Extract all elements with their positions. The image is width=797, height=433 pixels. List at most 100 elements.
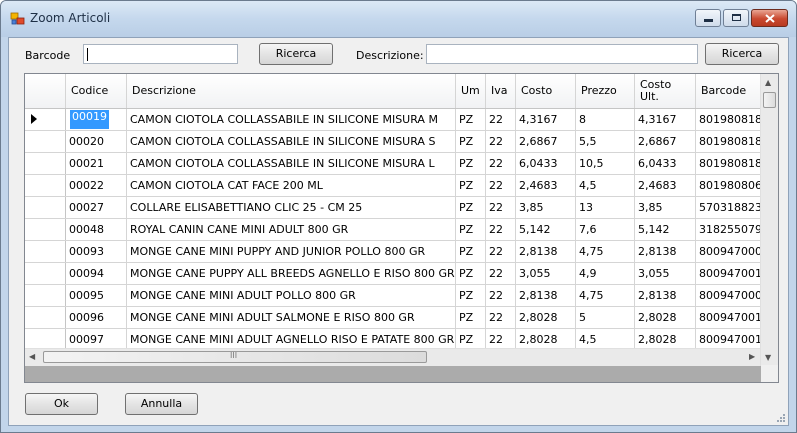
column-header-codice[interactable]: Codice: [66, 74, 127, 108]
cell-descrizione[interactable]: CAMON CIOTOLA COLLASSABILE IN SILICONE M…: [127, 109, 456, 130]
table-row[interactable]: 00048 ROYAL CANIN CANE MINI ADULT 800 GR P…: [25, 219, 761, 241]
cell-prezzo[interactable]: 4,9: [576, 263, 635, 284]
column-header-costo[interactable]: Costo: [516, 74, 576, 108]
cell-iva[interactable]: 22: [486, 307, 516, 328]
cell-um[interactable]: PZ: [456, 307, 486, 328]
column-header-descrizione[interactable]: Descrizione: [127, 74, 456, 108]
cell-prezzo[interactable]: 8: [576, 109, 635, 130]
cell-codice[interactable]: 00093: [66, 241, 127, 262]
cell-um[interactable]: PZ: [456, 285, 486, 306]
vertical-scroll-thumb[interactable]: [763, 92, 776, 108]
cell-iva[interactable]: 22: [486, 153, 516, 174]
cell-costo-ult[interactable]: 2,4683: [635, 175, 696, 196]
cell-codice[interactable]: 00020: [66, 131, 127, 152]
cell-prezzo[interactable]: 4,5: [576, 329, 635, 350]
cell-costo[interactable]: 5,142: [516, 219, 576, 240]
cell-codice[interactable]: 00048: [66, 219, 127, 240]
row-selector[interactable]: [25, 219, 66, 240]
table-row[interactable]: 00095 MONGE CANE MINI ADULT POLLO 800 GR P…: [25, 285, 761, 307]
cell-costo[interactable]: 2,8138: [516, 285, 576, 306]
cell-barcode[interactable]: 8019808069: [696, 175, 761, 196]
cell-barcode[interactable]: 8019808188: [696, 153, 761, 174]
cell-costo[interactable]: 2,8028: [516, 329, 576, 350]
ricerca-descrizione-button[interactable]: Ricerca: [705, 43, 779, 65]
cell-barcode[interactable]: 8009470011: [696, 307, 761, 328]
cell-costo-ult[interactable]: 2,8028: [635, 329, 696, 350]
cell-costo[interactable]: 2,6867: [516, 131, 576, 152]
cell-iva[interactable]: 22: [486, 241, 516, 262]
cell-costo[interactable]: 6,0433: [516, 153, 576, 174]
cell-barcode[interactable]: 3182550793: [696, 219, 761, 240]
cell-costo-ult[interactable]: 5,142: [635, 219, 696, 240]
minimize-button[interactable]: [695, 9, 721, 27]
cell-costo[interactable]: 2,8028: [516, 307, 576, 328]
cell-descrizione[interactable]: CAMON CIOTOLA CAT FACE 200 ML: [127, 175, 456, 196]
cell-barcode[interactable]: 5703188233: [696, 197, 761, 218]
cell-prezzo[interactable]: 5,5: [576, 131, 635, 152]
cell-prezzo[interactable]: 10,5: [576, 153, 635, 174]
articoli-grid[interactable]: Codice Descrizione Um Iva Costo Prezzo C…: [24, 73, 779, 383]
cell-costo-ult[interactable]: 3,85: [635, 197, 696, 218]
cell-iva[interactable]: 22: [486, 263, 516, 284]
cell-descrizione[interactable]: MONGE CANE MINI ADULT POLLO 800 GR: [127, 285, 456, 306]
cell-um[interactable]: PZ: [456, 263, 486, 284]
cell-iva[interactable]: 22: [486, 109, 516, 130]
cell-codice[interactable]: 00021: [66, 153, 127, 174]
row-selector[interactable]: [25, 307, 66, 328]
cell-iva[interactable]: 22: [486, 175, 516, 196]
ok-button[interactable]: Ok: [25, 393, 98, 415]
cell-prezzo[interactable]: 4,75: [576, 285, 635, 306]
cell-costo-ult[interactable]: 2,8138: [635, 241, 696, 262]
cell-um[interactable]: PZ: [456, 329, 486, 350]
row-selector[interactable]: [25, 197, 66, 218]
cell-codice[interactable]: 00096: [66, 307, 127, 328]
cell-descrizione[interactable]: MONGE CANE MINI ADULT SALMONE E RISO 800…: [127, 307, 456, 328]
cell-prezzo[interactable]: 4,75: [576, 241, 635, 262]
row-selector[interactable]: [25, 175, 66, 196]
table-row[interactable]: 00093 MONGE CANE MINI PUPPY AND JUNIOR PO…: [25, 241, 761, 263]
cell-costo-ult[interactable]: 2,8028: [635, 307, 696, 328]
cell-um[interactable]: PZ: [456, 197, 486, 218]
row-selector[interactable]: [25, 241, 66, 262]
cell-costo[interactable]: 2,8138: [516, 241, 576, 262]
scroll-left-icon[interactable]: ◀: [29, 352, 35, 362]
cell-barcode[interactable]: 8009470004: [696, 285, 761, 306]
maximize-button[interactable]: [723, 9, 749, 27]
table-row[interactable]: 00027 COLLARE ELISABETTIANO CLIC 25 - CM …: [25, 197, 761, 219]
cell-barcode[interactable]: 8009470011: [696, 263, 761, 284]
scroll-down-icon[interactable]: ▼: [765, 353, 771, 363]
close-button[interactable]: [751, 9, 788, 27]
scroll-right-icon[interactable]: ▶: [749, 352, 755, 362]
resize-grip-icon[interactable]: [776, 413, 786, 423]
row-selector[interactable]: [25, 329, 66, 350]
annulla-button[interactable]: Annulla: [125, 393, 198, 415]
cell-codice[interactable]: 00095: [66, 285, 127, 306]
cell-descrizione[interactable]: MONGE CANE MINI PUPPY AND JUNIOR POLLO 8…: [127, 241, 456, 262]
cell-descrizione[interactable]: CAMON CIOTOLA COLLASSABILE IN SILICONE M…: [127, 153, 456, 174]
table-row[interactable]: 00022 CAMON CIOTOLA CAT FACE 200 ML PZ 22 2,…: [25, 175, 761, 197]
row-selector[interactable]: [25, 285, 66, 306]
column-header-prezzo[interactable]: Prezzo: [576, 74, 635, 108]
column-header-iva[interactable]: Iva: [486, 74, 516, 108]
cell-codice[interactable]: 00019: [66, 109, 127, 130]
cell-barcode[interactable]: 8009470011: [696, 329, 761, 350]
cell-um[interactable]: PZ: [456, 131, 486, 152]
row-selector[interactable]: [25, 109, 66, 130]
title-bar[interactable]: Zoom Articoli: [1, 1, 796, 37]
cell-iva[interactable]: 22: [486, 329, 516, 350]
cell-costo[interactable]: 2,4683: [516, 175, 576, 196]
table-row[interactable]: 00021 CAMON CIOTOLA COLLASSABILE IN SILIC…: [25, 153, 761, 175]
column-header-um[interactable]: Um: [456, 74, 486, 108]
column-header-barcode[interactable]: Barcode: [696, 74, 761, 108]
cell-um[interactable]: PZ: [456, 241, 486, 262]
vertical-scrollbar[interactable]: ▲ ▼: [760, 74, 778, 366]
cell-codice[interactable]: 00022: [66, 175, 127, 196]
table-row[interactable]: 00019 CAMON CIOTOLA COLLASSABILE IN SILIC…: [25, 109, 761, 131]
ricerca-barcode-button[interactable]: Ricerca: [259, 43, 333, 65]
table-row[interactable]: 00094 MONGE CANE PUPPY ALL BREEDS AGNELLO…: [25, 263, 761, 285]
cell-iva[interactable]: 22: [486, 131, 516, 152]
cell-costo-ult[interactable]: 3,055: [635, 263, 696, 284]
cell-costo[interactable]: 4,3167: [516, 109, 576, 130]
descrizione-input[interactable]: [426, 44, 698, 64]
cell-um[interactable]: PZ: [456, 219, 486, 240]
